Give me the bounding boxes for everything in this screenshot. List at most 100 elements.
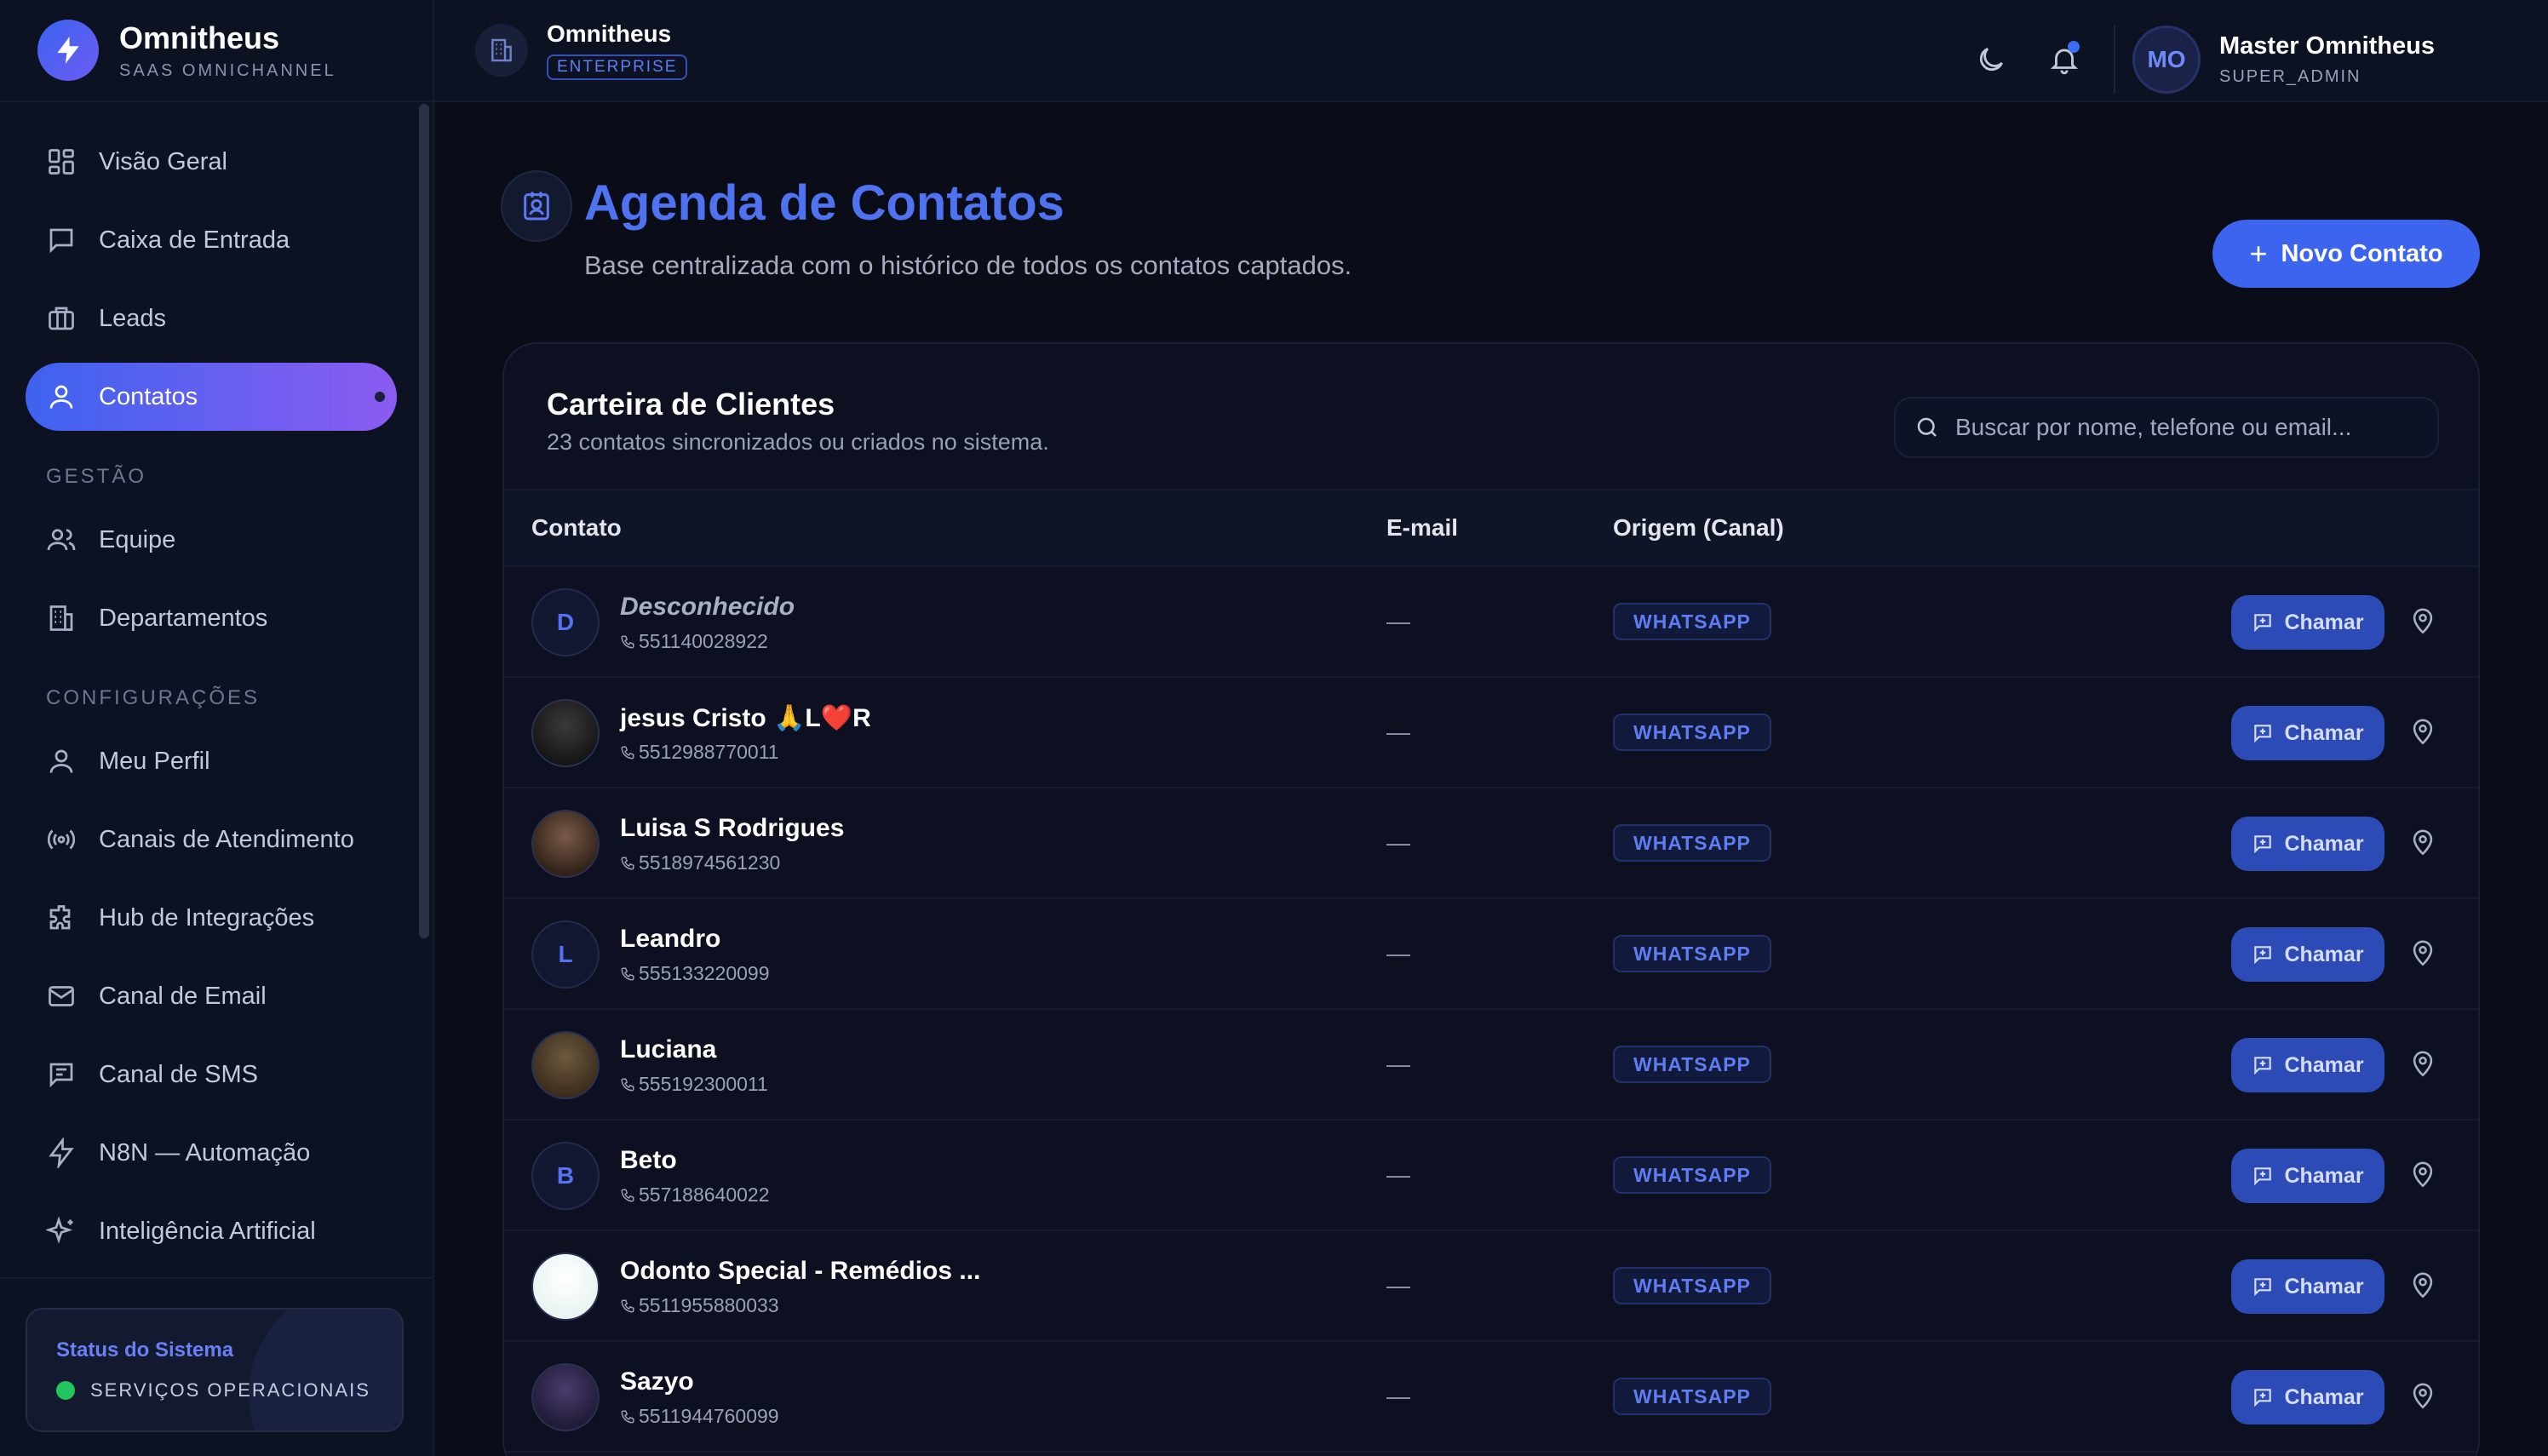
table-row[interactable]: Luciana 555192300011 — WHATSAPP Chamar — [504, 1010, 2478, 1121]
plus-icon: + — [2249, 236, 2268, 271]
notification-badge — [2068, 41, 2080, 53]
search-input[interactable] — [1955, 414, 2432, 441]
page-title: Agenda de Contatos — [584, 175, 1065, 231]
sidebar-item-n8n-automacao[interactable]: N8N — Automação — [26, 1119, 397, 1187]
search-box[interactable] — [1894, 397, 2439, 458]
section-title-gestao: GESTÃO — [46, 465, 147, 488]
table-row[interactable]: Sazyo 5511944760099 — WHATSAPP Chamar — [504, 1342, 2478, 1453]
sidebar-item-departamentos[interactable]: Departamentos — [26, 584, 397, 652]
sidebar-item-contatos[interactable]: Contatos — [26, 363, 397, 431]
page-subtitle: Base centralizada com o histórico de tod… — [584, 250, 1352, 280]
column-header-contato[interactable]: Contato — [531, 514, 622, 542]
table-row[interactable]: B Beto 557188640022 — WHATSAPP Chamar — [504, 1121, 2478, 1231]
contact-photo-avatar — [531, 810, 600, 878]
new-contact-button[interactable]: + Novo Contato — [2212, 220, 2480, 288]
user-avatar[interactable]: MO — [2132, 26, 2201, 94]
table-row[interactable]: Odonto Special - Remédios ... 5511955880… — [504, 1231, 2478, 1342]
column-header-origem[interactable]: Origem (Canal) — [1613, 514, 1784, 542]
contact-phone: 5511944760099 — [620, 1405, 779, 1428]
location-pin-icon[interactable] — [2408, 607, 2439, 638]
channel-badge: WHATSAPP — [1613, 935, 1771, 972]
dashboard-icon — [46, 146, 77, 177]
table-row[interactable]: D Desconhecido 551140028922 — WHATSAPP C… — [504, 567, 2478, 678]
sparkles-icon — [46, 1216, 77, 1247]
contact-phone-number: 555133220099 — [639, 962, 770, 984]
table-row[interactable]: Luisa S Rodrigues 5518974561230 — WHATSA… — [504, 788, 2478, 899]
call-button[interactable]: Chamar — [2231, 1370, 2384, 1424]
status-ok-dot-icon — [56, 1381, 75, 1400]
table-row[interactable]: jesus Cristo 🙏L❤️R 5512988770011 — WHATS… — [504, 678, 2478, 788]
notifications-bell-icon[interactable] — [2040, 36, 2088, 83]
call-label: Chamar — [2284, 831, 2364, 856]
header-divider — [2114, 26, 2115, 94]
contact-phone-number: 551140028922 — [639, 630, 768, 652]
sidebar-scrollbar[interactable] — [419, 104, 429, 938]
call-button[interactable]: Chamar — [2231, 595, 2384, 650]
header-actions: MO Master Omnitheus SUPER_ADMIN — [1967, 26, 2435, 94]
contact-phone-number: 5511955880033 — [639, 1294, 779, 1316]
location-pin-icon[interactable] — [2408, 1161, 2439, 1191]
contact-name: Leandro — [620, 925, 721, 953]
sidebar-item-label: Departamentos — [99, 604, 268, 632]
user-menu[interactable]: Master Omnitheus SUPER_ADMIN — [2219, 32, 2435, 87]
sidebar-item-label: Hub de Integrações — [99, 903, 315, 931]
sidebar-item-equipe[interactable]: Equipe — [26, 506, 397, 574]
sidebar-item-canais-de-atendimento[interactable]: Canais de Atendimento — [26, 805, 397, 874]
sidebar-item-visao-geral[interactable]: Visão Geral — [26, 128, 397, 196]
call-button[interactable]: Chamar — [2231, 817, 2384, 871]
call-button[interactable]: Chamar — [2231, 927, 2384, 982]
contact-phone: 555192300011 — [620, 1073, 768, 1096]
phone-icon — [620, 1077, 635, 1092]
sidebar-item-canal-de-sms[interactable]: Canal de SMS — [26, 1040, 397, 1109]
location-pin-icon[interactable] — [2408, 1271, 2439, 1302]
call-label: Chamar — [2284, 1274, 2364, 1298]
call-button[interactable]: Chamar — [2231, 1038, 2384, 1092]
sidebar: Omnitheus SAAS OMNICHANNEL Visão Geral C… — [0, 0, 434, 1456]
contact-phone-number: 555192300011 — [639, 1073, 768, 1095]
sidebar-item-inteligencia-artificial[interactable]: Inteligência Artificial — [26, 1197, 397, 1265]
sidebar-divider — [0, 1277, 433, 1279]
contact-name: Luisa S Rodrigues — [620, 814, 845, 842]
table-row[interactable]: L Leandro 555133220099 — WHATSAPP Chamar — [504, 899, 2478, 1010]
location-pin-icon[interactable] — [2408, 939, 2439, 970]
card-title: Carteira de Clientes — [547, 387, 835, 421]
sidebar-item-leads[interactable]: Leads — [26, 284, 397, 353]
sidebar-item-caixa-de-entrada[interactable]: Caixa de Entrada — [26, 206, 397, 274]
sidebar-item-label: N8N — Automação — [99, 1138, 311, 1167]
brand-name: Omnitheus — [119, 20, 280, 55]
tenant-name: Omnitheus — [547, 20, 672, 47]
user-name: Master Omnitheus — [2219, 32, 2435, 60]
building-icon — [475, 24, 528, 77]
sidebar-item-meu-perfil[interactable]: Meu Perfil — [26, 727, 397, 795]
new-contact-label: Novo Contato — [2281, 239, 2443, 267]
call-label: Chamar — [2284, 1163, 2364, 1188]
location-pin-icon[interactable] — [2408, 828, 2439, 859]
location-pin-icon[interactable] — [2408, 1382, 2439, 1413]
column-header-email[interactable]: E-mail — [1386, 514, 1458, 542]
contact-email: — — [1386, 719, 1410, 745]
location-pin-icon[interactable] — [2408, 1050, 2439, 1081]
user-icon — [46, 746, 77, 777]
system-status-card: Status do Sistema SERVIÇOS OPERACIONAIS — [26, 1308, 404, 1432]
sidebar-item-hub-de-integracoes[interactable]: Hub de Integrações — [26, 884, 397, 952]
call-button[interactable]: Chamar — [2231, 1149, 2384, 1203]
sidebar-item-label: Contatos — [99, 382, 198, 410]
call-button[interactable]: Chamar — [2231, 1259, 2384, 1314]
channel-badge: WHATSAPP — [1613, 1156, 1771, 1194]
tenant-selector[interactable]: Omnitheus ENTERPRISE — [475, 20, 688, 80]
location-pin-icon[interactable] — [2408, 718, 2439, 748]
contact-name: Beto — [620, 1146, 677, 1174]
theme-toggle-moon-icon[interactable] — [1967, 36, 2015, 83]
sidebar-item-label: Caixa de Entrada — [99, 226, 290, 254]
call-label: Chamar — [2284, 1052, 2364, 1077]
lightning-logo-icon — [37, 20, 99, 81]
call-button[interactable]: Chamar — [2231, 706, 2384, 760]
puzzle-icon — [46, 903, 77, 933]
phone-icon — [620, 1298, 635, 1314]
sidebar-item-canal-de-email[interactable]: Canal de Email — [26, 962, 397, 1030]
table-header: Contato E-mail Origem (Canal) — [504, 489, 2478, 567]
brand[interactable]: Omnitheus SAAS OMNICHANNEL — [0, 0, 433, 102]
contacts-table-body: D Desconhecido 551140028922 — WHATSAPP C… — [504, 567, 2478, 1453]
message-plus-icon — [2252, 943, 2274, 966]
message-plus-icon — [2252, 722, 2274, 744]
